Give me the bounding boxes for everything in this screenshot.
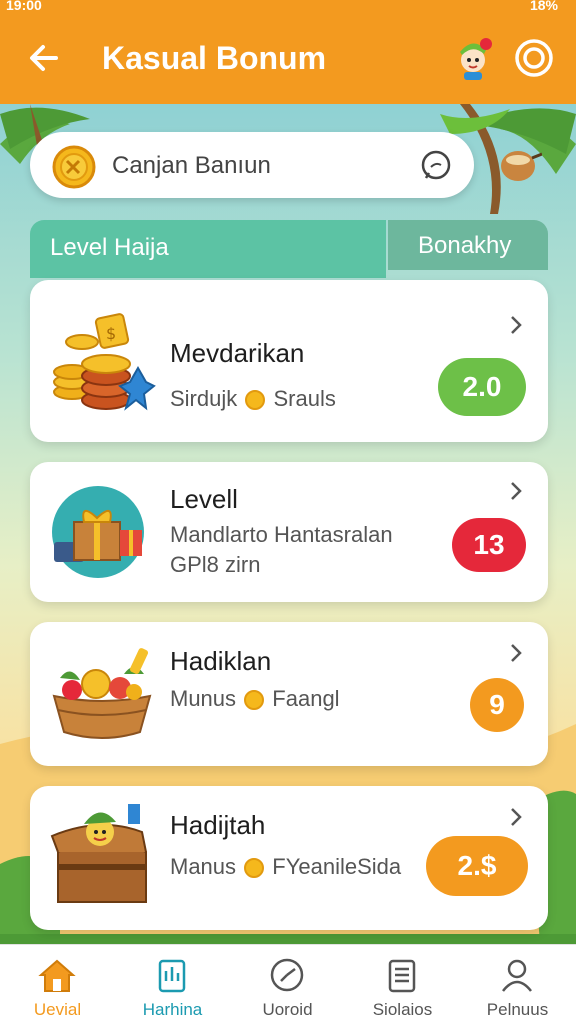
svg-text:$: $: [106, 324, 116, 343]
coin-icon: [244, 690, 265, 710]
list-icon: [388, 959, 416, 993]
card-subtitle-part1: Manus: [170, 854, 237, 879]
card-title: Hadijtah: [170, 810, 266, 840]
pot-icon[interactable]: [498, 146, 542, 186]
card-subtitle-part2: FYeanileSida: [272, 854, 402, 879]
chevron-right-icon: [511, 482, 522, 500]
gift-icon: [52, 486, 144, 578]
status-time: 19:00: [6, 0, 42, 13]
coin-icon: [245, 390, 266, 410]
card-subtitle-line2: GPl8 zirn: [170, 552, 261, 577]
tab-bonus[interactable]: Bonakhy: [388, 220, 548, 270]
status-battery: 18%: [529, 0, 558, 13]
card-subtitle-part2: Faangl: [272, 686, 340, 711]
bottom-navigation: Uevial Harhina Uoroid Siolaios Pelnuus: [0, 944, 576, 1025]
target-icon[interactable]: [514, 38, 554, 78]
app-bar: Kasual Bonum: [0, 16, 576, 104]
reward-card[interactable]: Hadiklan Munus Faangl 9: [30, 622, 548, 766]
home-icon: [38, 959, 76, 992]
page-title: Kasual Bonum: [102, 40, 327, 76]
reward-badge[interactable]: 2.0: [438, 358, 526, 416]
tab-bar: Level Haija Bonakhy: [30, 220, 548, 278]
reward-card[interactable]: Hadijtah Manus FYeanileSida 2.$: [30, 786, 548, 930]
reward-badge[interactable]: 9: [470, 678, 524, 732]
nav-item-siolaios[interactable]: Siolaios: [345, 945, 460, 1025]
card-title: Levell: [170, 484, 238, 514]
reward-badge[interactable]: 13: [452, 518, 526, 572]
coin-icon: [244, 858, 265, 878]
user-icon: [502, 959, 532, 992]
reward-badge[interactable]: 2.$: [426, 836, 528, 896]
card-title: Mevdarikan: [170, 338, 305, 368]
back-button[interactable]: [24, 38, 64, 78]
chat-icon[interactable]: [418, 148, 454, 184]
search-text: Canjan Banıun: [112, 152, 271, 179]
chevron-right-icon: [511, 644, 522, 662]
coin-icon: [52, 145, 96, 189]
card-subtitle-part1: Sirdujk: [170, 386, 238, 411]
chevron-right-icon: [511, 808, 522, 826]
nav-label: Uoroid: [262, 1000, 313, 1019]
nav-label: Harhina: [142, 1000, 203, 1019]
nav-label: Uevial: [33, 1000, 82, 1019]
treasure-chest-icon: [50, 804, 147, 903]
card-subtitle: Mandlarto Hantasralan: [170, 522, 393, 547]
card-subtitle: Munus Faangl: [170, 684, 340, 714]
tab-level[interactable]: Level Haija: [30, 220, 386, 278]
nav-label: Pelnuus: [486, 1000, 549, 1019]
card-title: Hadiklan: [170, 646, 272, 676]
nav-label: Siolaios: [372, 1000, 433, 1019]
card-subtitle-part2: Srauls: [273, 386, 336, 411]
card-subtitle: Sirdujk Srauls: [170, 384, 336, 414]
arrow-left-icon: [30, 45, 58, 71]
reward-card[interactable]: $ Mevdarikan Sirdujk Srauls 2.0: [30, 280, 548, 442]
nav-item-harhina[interactable]: Harhina: [115, 945, 230, 1025]
reward-card[interactable]: Levell Mandlarto Hantasralan GPl8 zirn 1…: [30, 462, 548, 602]
nav-item-uoroid[interactable]: Uoroid: [230, 945, 345, 1025]
document-icon: [158, 959, 186, 993]
search-bar[interactable]: Canjan Banıun: [30, 132, 474, 198]
clock-icon: [270, 958, 304, 992]
nav-item-pelnuus[interactable]: Pelnuus: [460, 945, 575, 1025]
mascot-icon[interactable]: [450, 36, 496, 84]
coin-stack-icon: $: [53, 313, 156, 411]
status-bar: 19:00 18%: [0, 0, 576, 16]
card-subtitle: Manus FYeanileSida: [170, 852, 401, 882]
card-subtitle-part1: Munus: [170, 686, 237, 711]
nav-item-level[interactable]: Uevial: [0, 945, 115, 1025]
chevron-right-icon: [511, 316, 522, 334]
fruit-basket-icon: [52, 648, 152, 739]
